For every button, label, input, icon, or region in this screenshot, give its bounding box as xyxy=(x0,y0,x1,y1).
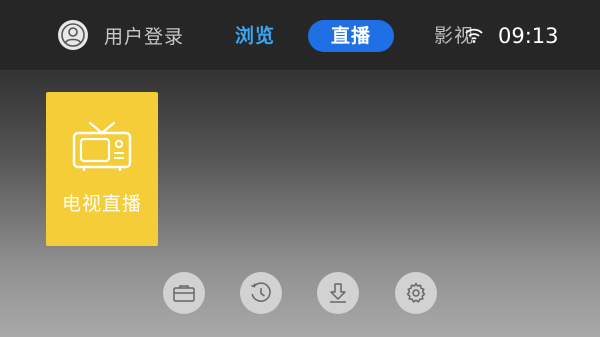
download-button[interactable] xyxy=(317,272,359,314)
user-login[interactable]: 用户登录 xyxy=(58,20,184,50)
tab-live[interactable]: 直播 xyxy=(308,20,394,52)
tab-browse[interactable]: 浏览 xyxy=(232,20,278,52)
wifi-icon xyxy=(465,28,483,43)
tile-tv-live-label: 电视直播 xyxy=(61,193,142,215)
user-avatar-icon xyxy=(58,20,88,50)
tv-icon xyxy=(72,121,132,171)
folder-button[interactable] xyxy=(163,272,205,314)
settings-gear-icon xyxy=(406,282,426,303)
history-button[interactable] xyxy=(240,272,282,314)
download-icon xyxy=(330,283,346,303)
settings-button[interactable] xyxy=(395,272,437,314)
user-login-label: 用户登录 xyxy=(104,25,185,48)
folder-icon xyxy=(173,285,195,302)
top-bar: 用户登录 浏览 直播 影视 09:13 xyxy=(0,0,600,71)
history-clock-icon xyxy=(251,282,271,302)
tile-tv-live[interactable]: 电视直播 xyxy=(46,92,158,246)
clock-time: 09:13 xyxy=(498,24,559,48)
